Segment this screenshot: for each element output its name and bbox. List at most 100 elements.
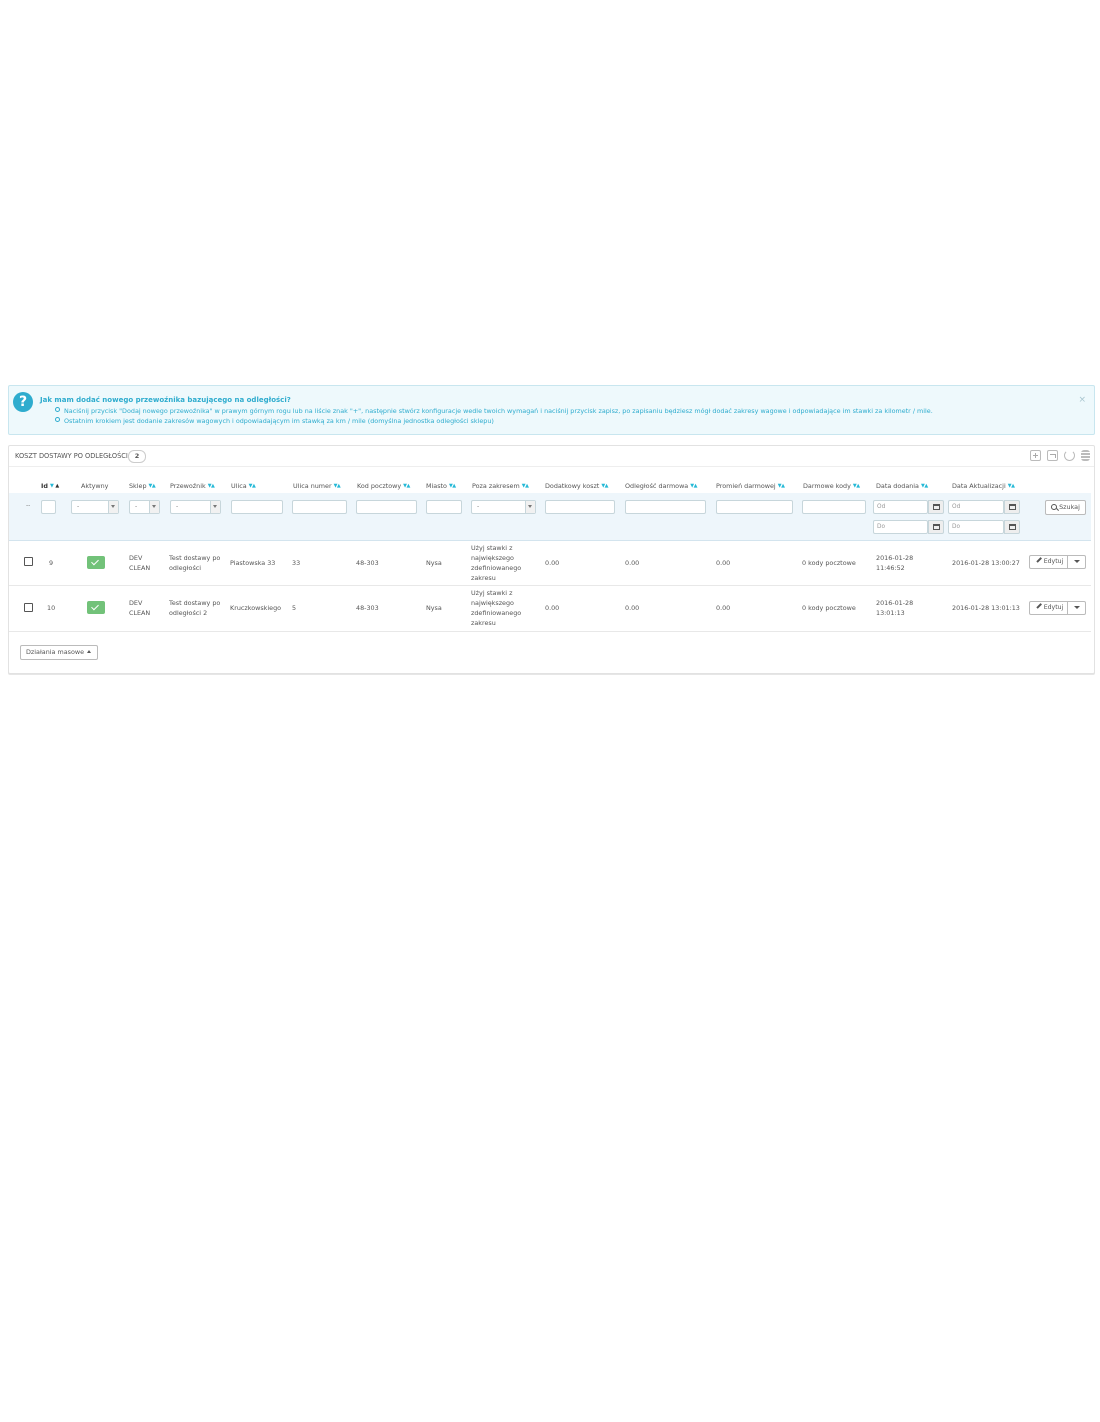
column-header-date-upd[interactable]: Data Aktualizacji ▼▲ [952,482,1015,490]
cell-date-add: 2016-01-28 13:01:13 [876,599,914,617]
cell-street: Piastowska 33 [230,559,276,567]
calendar-icon[interactable] [928,520,944,534]
sort-icon[interactable]: ▼▲ [522,483,529,489]
add-new-icon[interactable] [1030,450,1041,461]
filter-date-upd-from[interactable]: Od [948,500,1004,514]
cell-city: Nysa [426,559,442,567]
cell-free-distance: 0.00 [625,559,640,567]
info-alert: ? Jak mam dodać nowego przewoźnika bazuj… [8,385,1095,435]
filter-placeholder: -- [26,502,31,509]
column-header-street[interactable]: Ulica ▼▲ [231,482,256,490]
column-header-carrier[interactable]: Przewoźnik ▼▲ [170,482,215,490]
calendar-icon[interactable] [1004,520,1020,534]
cell-id: 10 [47,604,56,612]
export-icon[interactable] [1047,450,1058,461]
filter-carrier-select[interactable]: - [170,500,221,514]
row-actions: Edytuj [1029,601,1086,615]
sort-icon[interactable]: ▲ [55,483,59,489]
row-divider [9,631,1091,632]
sort-icon[interactable]: ▼▲ [149,483,156,489]
row-checkbox[interactable] [24,557,33,566]
active-check-icon[interactable] [87,601,105,614]
column-header-city[interactable]: Miasto ▼▲ [426,482,456,490]
sort-icon[interactable]: ▼▲ [1008,483,1015,489]
chevron-down-icon [108,501,118,513]
alert-title: Jak mam dodać nowego przewoźnika bazując… [40,396,291,404]
cell-postcode: 48-303 [356,559,379,567]
panel-title: Koszt dostawy po odległości [15,452,128,460]
column-header-extra-cost[interactable]: Dodatkowy koszt ▼▲ [545,482,608,490]
cell-out-of-range: Użyj stawki z największego zdefiniowaneg… [471,544,522,582]
filter-street-number-input[interactable] [292,500,347,514]
column-header-shop[interactable]: Sklep ▼▲ [129,482,156,490]
column-header-postcode[interactable]: Kod pocztowy ▼▲ [357,482,410,490]
sort-icon[interactable]: ▼▲ [208,483,215,489]
pencil-icon [1036,557,1042,563]
sql-manager-icon[interactable] [1081,450,1090,461]
filter-id-input[interactable] [41,500,56,514]
chevron-down-icon [525,501,535,513]
bulk-actions-button[interactable]: Działania masowe [20,645,98,660]
filter-date-upd-to[interactable]: Do [948,520,1004,534]
filter-out-of-range-select[interactable]: - [471,500,536,514]
cell-shop: DEV CLEAN [129,554,151,572]
edit-button[interactable]: Edytuj [1030,602,1069,614]
close-icon[interactable]: × [1078,395,1086,405]
alert-item: Ostatnim krokiem jest dodanie zakresów w… [55,416,933,426]
row-checkbox[interactable] [24,603,33,612]
filter-free-distance-input[interactable] [625,500,706,514]
filter-free-codes-input[interactable] [802,500,866,514]
cell-date-add: 2016-01-28 11:46:52 [876,554,914,572]
cell-shop: DEV CLEAN [129,599,151,617]
pencil-icon [1036,603,1042,609]
cell-carrier: Test dostawy po odległości [169,554,221,572]
cell-free-radius: 0.00 [716,604,731,612]
filter-city-input[interactable] [426,500,462,514]
calendar-icon[interactable] [1004,500,1020,514]
sort-icon[interactable]: ▼▲ [921,483,928,489]
sort-icon[interactable]: ▼▲ [403,483,410,489]
row-divider [9,585,1091,586]
panel-heading: Koszt dostawy po odległości 2 [9,446,1094,467]
column-header-date-add[interactable]: Data dodania ▼▲ [876,482,928,490]
column-header-free-radius[interactable]: Promień darmowej ▼▲ [716,482,785,490]
sort-icon[interactable]: ▼▲ [249,483,256,489]
record-count-badge: 2 [128,450,146,463]
cell-date-upd: 2016-01-28 13:00:27 [952,559,1020,567]
column-header-id[interactable]: Id ▼ ▲ [41,482,59,490]
column-header-free-distance[interactable]: Odległość darmowa ▼▲ [625,482,697,490]
cell-city: Nysa [426,604,442,612]
filter-extra-cost-input[interactable] [545,500,615,514]
cell-street: Kruczkowskiego [230,604,282,612]
sort-icon[interactable]: ▼▲ [778,483,785,489]
row-actions-dropdown[interactable] [1067,556,1085,568]
caret-up-icon [87,650,92,653]
edit-button[interactable]: Edytuj [1030,556,1069,568]
sort-icon[interactable]: ▼▲ [853,483,860,489]
filter-postcode-input[interactable] [356,500,417,514]
refresh-icon[interactable] [1064,450,1075,461]
filter-free-radius-input[interactable] [716,500,793,514]
cell-street-number: 5 [292,604,297,612]
sort-icon[interactable]: ▼ [50,483,54,489]
filter-shop-select[interactable]: - [129,500,160,514]
calendar-icon[interactable] [928,500,944,514]
chevron-down-icon [210,501,220,513]
search-button[interactable]: Szukaj [1045,500,1086,515]
active-check-icon[interactable] [87,556,105,569]
cell-street-number: 33 [292,559,301,567]
column-header-street-number[interactable]: Ulica numer ▼▲ [293,482,341,490]
row-actions-dropdown[interactable] [1067,602,1085,614]
sort-icon[interactable]: ▼▲ [601,483,608,489]
filter-date-add-to[interactable]: Do [873,520,928,534]
column-header-free-codes[interactable]: Darmowe kody ▼▲ [803,482,860,490]
sort-icon[interactable]: ▼▲ [334,483,341,489]
sort-icon[interactable]: ▼▲ [449,483,456,489]
filter-street-input[interactable] [231,500,283,514]
sort-icon[interactable]: ▼▲ [690,483,697,489]
column-header-out-of-range[interactable]: Poza zakresem ▼▲ [472,482,529,490]
cell-out-of-range: Użyj stawki z największego zdefiniowaneg… [471,589,522,627]
question-icon: ? [13,392,33,412]
filter-active-select[interactable]: - [71,500,119,514]
filter-date-add-from[interactable]: Od [873,500,928,514]
